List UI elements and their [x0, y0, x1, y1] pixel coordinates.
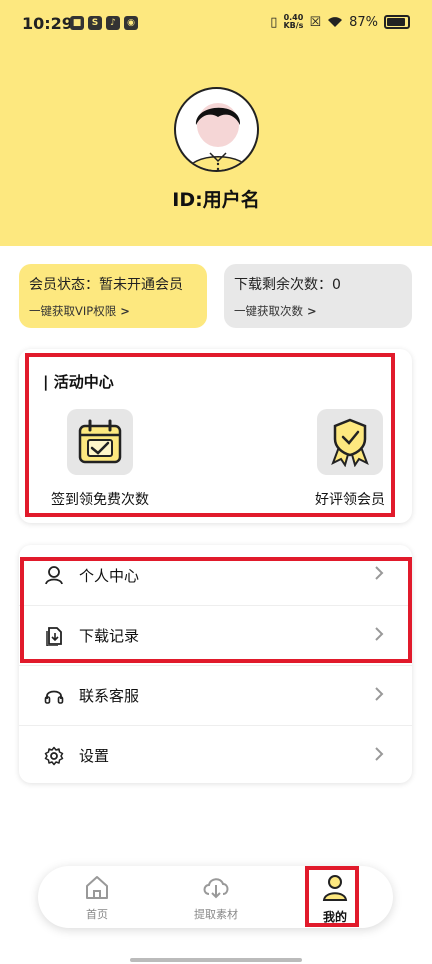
menu-list: 个人中心 下载记录 联系客服 设置: [19, 545, 412, 783]
status-bar: 10:29 ■ S ♪ ◉ ▯ 0.40 KB/s ☒ 87%: [0, 0, 432, 48]
gear-icon: [43, 745, 65, 767]
menu-item-profile[interactable]: 个人中心: [19, 545, 412, 605]
tab-label: 提取素材: [194, 908, 238, 921]
activity-center-title: | 活动中心: [43, 373, 114, 391]
menu-item-label: 联系客服: [79, 687, 140, 705]
menu-item-download-records[interactable]: 下载记录: [19, 605, 412, 665]
tab-home[interactable]: 首页: [52, 874, 142, 922]
get-vip-link[interactable]: 一键获取VIP权限 >: [29, 303, 197, 319]
sign-in-label: 签到领免费次数: [51, 492, 149, 508]
notification-app-icon: ■: [70, 16, 84, 30]
activity-center-card: | 活动中心 签到领免费次数 好评领会员: [19, 349, 412, 523]
avatar-illustration: [186, 103, 251, 170]
system-indicators: ▯ 0.40 KB/s ☒ 87%: [270, 14, 410, 30]
chevron-right-icon: [375, 566, 384, 580]
get-downloads-link-label: 一键获取次数: [234, 304, 303, 318]
chevron-right-icon: >: [120, 304, 130, 318]
badge-check-icon: [317, 409, 383, 475]
battery-icon: [384, 15, 410, 29]
calendar-check-icon: [67, 409, 133, 475]
download-remaining-card[interactable]: 下载剩余次数：0 一键获取次数 >: [224, 264, 412, 328]
review-label: 好评领会员: [315, 492, 385, 508]
get-downloads-link[interactable]: 一键获取次数 >: [234, 303, 402, 319]
chevron-right-icon: >: [307, 304, 317, 318]
sim-off-icon: ☒: [309, 14, 322, 30]
network-speed: 0.40 KB/s: [283, 14, 303, 30]
chevron-right-icon: [375, 627, 384, 641]
tiktok-icon: ♪: [106, 16, 120, 30]
chevron-right-icon: [375, 687, 384, 701]
tab-extract-material[interactable]: 提取素材: [171, 874, 261, 922]
wifi-icon: [328, 17, 343, 27]
vip-status-card[interactable]: 会员状态：暂未开通会员 一键获取VIP权限 >: [19, 264, 207, 328]
sign-in-free-downloads[interactable]: 签到领免费次数: [40, 409, 160, 509]
home-icon: [86, 876, 108, 899]
bottom-tab-bar: 首页 提取素材 我的: [38, 866, 393, 928]
vibrate-icon: ▯: [270, 14, 278, 30]
notification-icons: ■ S ♪ ◉: [70, 16, 138, 30]
network-speed-unit: KB/s: [283, 21, 304, 30]
vip-status-text: 会员状态：暂未开通会员: [29, 277, 183, 293]
home-indicator[interactable]: [130, 958, 302, 962]
menu-item-label: 设置: [79, 747, 110, 765]
user-icon: [43, 564, 65, 586]
menu-item-settings[interactable]: 设置: [19, 725, 412, 783]
get-vip-link-label: 一键获取VIP权限: [29, 304, 117, 318]
avatar[interactable]: [174, 87, 259, 172]
download-record-icon: [43, 625, 65, 647]
person-icon: [322, 875, 348, 901]
chevron-right-icon: [375, 747, 384, 761]
notification-app-icon: ◉: [124, 16, 138, 30]
cloud-download-icon: [203, 878, 229, 899]
notification-app-icon: S: [88, 16, 102, 30]
menu-item-label: 个人中心: [79, 566, 140, 585]
tab-mine[interactable]: 我的: [290, 874, 380, 925]
battery-percent: 87%: [349, 14, 378, 30]
tab-label: 我的: [322, 910, 347, 924]
user-id: ID:用户名: [172, 189, 260, 211]
headset-icon: [43, 685, 65, 707]
tab-label: 首页: [86, 908, 108, 921]
review-get-vip[interactable]: 好评领会员: [290, 409, 410, 509]
download-remaining-text: 下载剩余次数：0: [234, 277, 341, 293]
menu-item-label: 下载记录: [79, 627, 140, 645]
status-time: 10:29: [22, 14, 73, 33]
menu-item-customer-service[interactable]: 联系客服: [19, 665, 412, 725]
